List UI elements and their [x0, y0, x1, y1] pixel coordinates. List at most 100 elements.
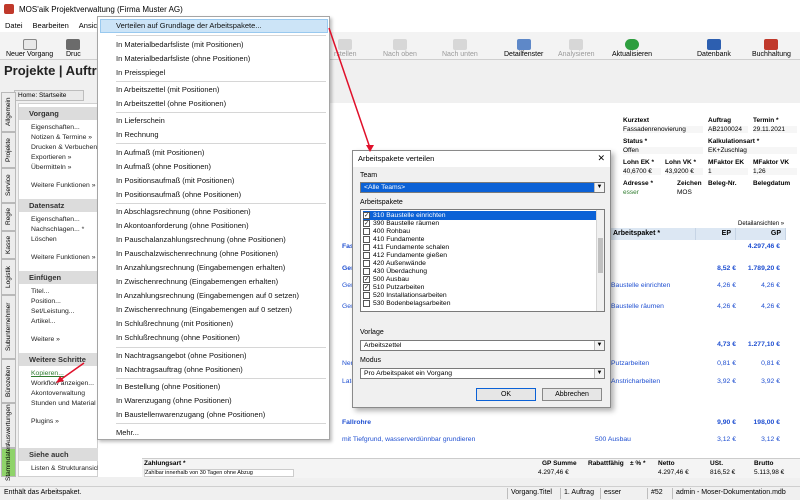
- sidebar-item[interactable]: Eigenschaften...: [31, 124, 80, 131]
- team-select[interactable]: <Alle Teams> ▼: [360, 182, 605, 193]
- menu-item[interactable]: In Materialbedarfsliste (mit Positionen): [116, 40, 244, 49]
- checkbox[interactable]: ✓: [363, 276, 370, 283]
- menu-item[interactable]: In Aufmaß (ohne Positionen): [116, 162, 211, 171]
- status-value[interactable]: Offen: [623, 147, 703, 154]
- menu-datei[interactable]: Datei: [0, 21, 28, 30]
- tab-buerozeiten[interactable]: Bürozeiten: [1, 359, 16, 403]
- checkbox[interactable]: ✓: [363, 220, 370, 227]
- menu-item[interactable]: In Arbeitszettel (ohne Positionen): [116, 99, 226, 108]
- new-document-button[interactable]: Neuer Vorgang: [6, 34, 53, 58]
- database-button[interactable]: Datenbank: [697, 34, 731, 58]
- accounting-button[interactable]: Buchhaltung: [752, 34, 791, 58]
- sidebar-item[interactable]: Akontoverwaltung: [31, 390, 85, 397]
- sidebar-item[interactable]: Plugins »: [31, 418, 59, 425]
- kalkulationsart-value[interactable]: EK+Zuschlag: [708, 147, 797, 154]
- column-header-ep[interactable]: EP: [696, 228, 736, 240]
- sidebar-item[interactable]: Artikel...: [31, 318, 56, 325]
- breadcrumb[interactable]: Home: Startseite: [14, 90, 84, 101]
- kurztext-value[interactable]: Fassadenrenovierung: [623, 126, 703, 133]
- chevron-down-icon[interactable]: ▼: [594, 183, 604, 192]
- checkbox[interactable]: [363, 292, 370, 299]
- print-button[interactable]: Druc: [66, 34, 81, 58]
- move-up-button[interactable]: Nach oben: [383, 34, 417, 58]
- menu-item[interactable]: In Arbeitszettel (mit Positionen): [116, 85, 219, 94]
- checkbox[interactable]: ✓: [363, 284, 370, 291]
- menu-item[interactable]: In Materialbedarfsliste (ohne Positionen…: [116, 54, 250, 63]
- tab-subunternehmer[interactable]: Subunternehmer: [1, 295, 16, 359]
- sidebar-item[interactable]: Position...: [31, 298, 61, 305]
- sidebar-item[interactable]: Notizen & Termine »: [31, 134, 92, 141]
- zeichen-value[interactable]: MOS: [677, 189, 692, 196]
- sidebar-item[interactable]: Nachschlagen... *: [31, 226, 84, 233]
- menu-item[interactable]: In Rechnung: [116, 130, 159, 139]
- mfaktor-ek-value[interactable]: 1: [708, 168, 748, 175]
- payment-terms-field[interactable]: Zahlbar innerhalb von 30 Tagen ohne Abzu…: [144, 469, 294, 477]
- termin-value[interactable]: 29.11.2021: [753, 126, 797, 133]
- list-item[interactable]: 530 Bodenbelagsarbeiten: [363, 299, 597, 308]
- sidebar-item[interactable]: Workflow anzeigen...: [31, 380, 94, 387]
- auftrag-value[interactable]: AB2100024: [708, 126, 748, 133]
- sidebar-item[interactable]: Übermitteln »: [31, 164, 71, 171]
- sidebar-item[interactable]: Exportieren »: [31, 154, 71, 161]
- menu-item[interactable]: In Lieferschein: [116, 116, 165, 125]
- row-package[interactable]: Baustelle einrichten: [611, 282, 670, 289]
- tab-regie[interactable]: Regie: [1, 203, 16, 231]
- column-header-arbeitspaket[interactable]: Arbeitspaket *: [610, 228, 696, 240]
- sidebar-item[interactable]: Stunden und Material: [31, 400, 96, 407]
- table-row[interactable]: mit Tiefgrund, wasserverdünnbar grundier…: [342, 436, 475, 443]
- adresse-value[interactable]: esser: [623, 189, 639, 196]
- menu-item-verteilen[interactable]: Verteilen auf Grundlage der Arbeitspaket…: [116, 21, 262, 30]
- section-vorgang[interactable]: Vorgang: [19, 107, 99, 120]
- ok-button[interactable]: OK: [476, 388, 536, 401]
- checkbox[interactable]: [363, 228, 370, 235]
- vorlage-select[interactable]: Arbeitszettel ▼: [360, 340, 605, 351]
- detail-window-button[interactable]: Detailfenster: [504, 34, 543, 58]
- section-siehe-auch[interactable]: Siehe auch: [19, 448, 99, 461]
- menu-item[interactable]: In Warenzugang (ohne Positionen): [116, 396, 232, 405]
- menu-item[interactable]: In Positionsaufmaß (mit Positionen): [116, 176, 234, 185]
- mfaktor-vk-value[interactable]: 1,26: [753, 168, 797, 175]
- menu-item[interactable]: In Aufmaß (mit Positionen): [116, 148, 204, 157]
- sidebar-item[interactable]: Weitere »: [31, 336, 60, 343]
- menu-item[interactable]: In Zwischenrechnung (Eingabemengen erhal…: [116, 277, 278, 286]
- create-button[interactable]: rstellen: [334, 34, 357, 58]
- sidebar-item[interactable]: Weitere Funktionen »: [31, 254, 95, 261]
- menu-item[interactable]: In Baustellenwarenzugang (ohne Positione…: [116, 410, 265, 419]
- lohn-vk-value[interactable]: 43,9200 €: [665, 168, 703, 175]
- section-einfuegen[interactable]: Einfügen: [19, 271, 99, 284]
- checkbox[interactable]: [363, 268, 370, 275]
- menu-item[interactable]: In Zwischenrechnung (Eingabemengen auf 0…: [116, 305, 292, 314]
- close-icon[interactable]: ✕: [597, 153, 605, 164]
- tab-kasse[interactable]: Kasse: [1, 231, 16, 259]
- sidebar-item[interactable]: Weitere Funktionen »: [31, 182, 95, 189]
- tab-allgemein[interactable]: Allgemein: [1, 92, 16, 132]
- menu-item[interactable]: In Schlußrechnung (mit Positionen): [116, 319, 233, 328]
- checkbox[interactable]: [363, 252, 370, 259]
- sidebar-item[interactable]: Eigenschaften...: [31, 216, 80, 223]
- sidebar-item[interactable]: Set/Leistung...: [31, 308, 74, 315]
- sidebar-item-kopieren[interactable]: Kopieren...: [31, 370, 64, 377]
- scrollbar-thumb[interactable]: [598, 238, 603, 273]
- menu-item[interactable]: In Anzahlungsrechnung (Eingabemengen auf…: [116, 291, 299, 300]
- sidebar-item[interactable]: Titel...: [31, 288, 49, 295]
- menu-item[interactable]: In Anzahlungsrechnung (Eingabemengen erh…: [116, 263, 285, 272]
- menu-item[interactable]: In Akontoanforderung (ohne Positionen): [116, 221, 249, 230]
- checkbox[interactable]: [363, 260, 370, 267]
- menu-item[interactable]: In Pauschalzwischenrechnung (ohne Positi…: [116, 249, 278, 258]
- lohn-ek-value[interactable]: 40,6700 €: [623, 168, 661, 175]
- modus-select[interactable]: Pro Arbeitspaket ein Vorgang ▼: [360, 368, 605, 379]
- menu-item-more[interactable]: Mehr...: [116, 428, 139, 437]
- menu-item[interactable]: In Nachtragsangebot (ohne Positionen): [116, 351, 247, 360]
- tab-auswertungen[interactable]: Auswertungen: [1, 403, 16, 448]
- checkbox[interactable]: ✓: [363, 212, 370, 219]
- chevron-down-icon[interactable]: ▼: [594, 369, 604, 378]
- row-package[interactable]: 500 Ausbau: [595, 436, 631, 443]
- menu-item[interactable]: In Preisspiegel: [116, 68, 165, 77]
- column-header-gp[interactable]: GP: [736, 228, 786, 240]
- packages-list[interactable]: ✓ 310 Baustelle einrichten ✓ 390 Baustelle…: [360, 209, 605, 312]
- menu-item[interactable]: In Positionsaufmaß (ohne Positionen): [116, 190, 241, 199]
- refresh-button[interactable]: Aktualisieren: [612, 34, 652, 58]
- section-weitere-schritte[interactable]: Weitere Schritte: [19, 353, 99, 366]
- tab-stammdaten[interactable]: Stammdaten: [1, 444, 16, 481]
- checkbox[interactable]: [363, 244, 370, 251]
